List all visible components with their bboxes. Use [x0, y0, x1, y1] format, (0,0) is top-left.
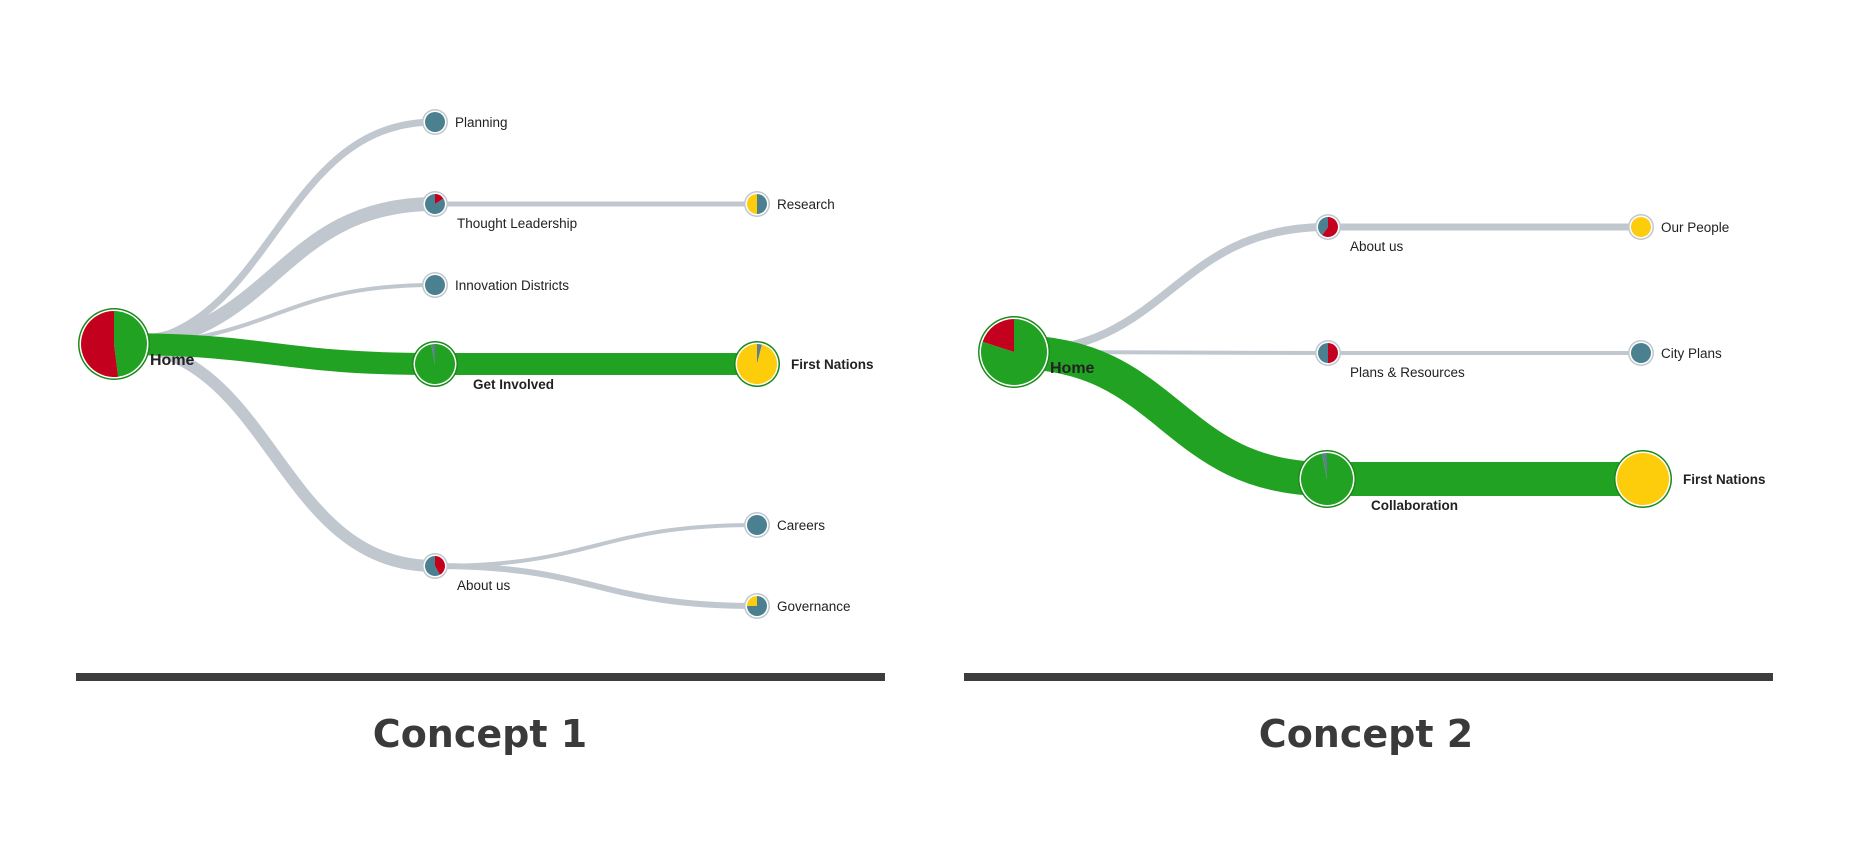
pie-slice-teal: [1631, 343, 1651, 363]
node-plans[interactable]: Plans & Resources: [1315, 340, 1465, 380]
node-label: Research: [777, 197, 835, 212]
link-home-to-planning: [113, 118, 436, 348]
pie-slice-teal: [425, 275, 445, 295]
node-label: Plans & Resources: [1350, 365, 1465, 380]
concept-1-diagram: Home Planning Thought Leadership Research In…: [78, 109, 874, 619]
link-home-to-about: [113, 338, 436, 572]
link-home-to-about: [1013, 223, 1329, 356]
node-label: Home: [150, 352, 195, 369]
node-firstnations[interactable]: First Nations: [734, 341, 874, 387]
node-thought[interactable]: Thought Leadership: [422, 191, 577, 231]
node-label: Thought Leadership: [457, 216, 577, 231]
concept-2-title: Concept 2: [1258, 712, 1474, 756]
node-research[interactable]: Research: [744, 191, 835, 217]
node-label: Governance: [777, 599, 851, 614]
node-innovation[interactable]: Innovation Districts: [422, 272, 569, 298]
pie-slice-teal: [425, 112, 445, 132]
pie-slice-green: [114, 311, 147, 377]
link-about-to-careers: [434, 523, 758, 568]
node-label: Careers: [777, 518, 825, 533]
node-label: Our People: [1661, 220, 1729, 235]
concept-1-divider: [76, 673, 885, 681]
node-careers[interactable]: Careers: [744, 512, 825, 538]
node-about[interactable]: About us: [422, 553, 511, 593]
node-label: Get Involved: [473, 377, 554, 392]
node-about[interactable]: About us: [1315, 214, 1404, 254]
node-ourpeople[interactable]: Our People: [1628, 214, 1729, 240]
node-cityplans[interactable]: City Plans: [1628, 340, 1722, 366]
concept-2-divider: [964, 673, 1773, 681]
pie-slice-green: [1301, 453, 1354, 505]
node-label: About us: [1350, 239, 1404, 254]
pie-slice-yellow: [1617, 453, 1669, 505]
node-firstnations[interactable]: First Nations: [1614, 450, 1766, 508]
node-label: Planning: [455, 115, 508, 130]
node-planning[interactable]: Planning: [422, 109, 508, 135]
node-governance[interactable]: Governance: [744, 593, 851, 619]
node-label: City Plans: [1661, 346, 1722, 361]
concept-1-title: Concept 1: [372, 712, 588, 756]
node-label: Home: [1050, 360, 1095, 377]
node-label: About us: [457, 578, 511, 593]
pie-slice-yellow: [1631, 217, 1651, 237]
pie-slice-teal: [747, 515, 767, 535]
node-label: Innovation Districts: [455, 278, 569, 293]
flow-diagram: Home Planning Thought Leadership Research In…: [78, 109, 1766, 619]
node-label: First Nations: [791, 357, 874, 372]
link-home-to-thought: [113, 197, 436, 351]
concept-2-diagram: Home About us Our People Plans & Resources C…: [978, 214, 1766, 513]
node-label: Collaboration: [1371, 498, 1458, 513]
node-label: First Nations: [1683, 472, 1766, 487]
